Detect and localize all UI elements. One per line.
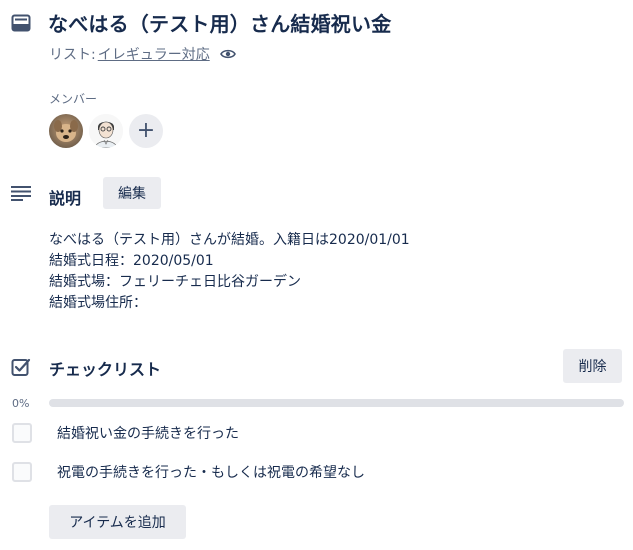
members-label: メンバー: [49, 92, 98, 106]
list-link[interactable]: イレギュラー対応: [98, 44, 210, 64]
description-title: 説明: [49, 189, 82, 208]
add-member-button[interactable]: +: [129, 114, 163, 148]
description-line: 結婚式場住所：: [49, 295, 147, 311]
list-prefix: リスト:: [49, 47, 96, 63]
eye-icon[interactable]: [219, 48, 236, 60]
checklist-item-text[interactable]: 祝電の手続きを行った・もしくは祝電の希望なし: [57, 462, 365, 482]
checklist-item-checkbox[interactable]: [12, 423, 32, 443]
plus-icon: +: [136, 118, 156, 143]
description-icon: [11, 185, 31, 201]
delete-checklist-button[interactable]: 削除: [563, 349, 622, 383]
checklist-item-text[interactable]: 結婚祝い金の手続きを行った: [57, 423, 239, 443]
description-line: なべはる（テスト用）さんが結婚。入籍日は2020/01/01: [49, 232, 410, 248]
checklist-icon: [11, 357, 31, 377]
avatar[interactable]: [89, 114, 123, 148]
checklist-item-checkbox[interactable]: [12, 462, 32, 482]
progress-percentage: 0%: [12, 397, 30, 410]
edit-description-button[interactable]: 編集: [103, 177, 161, 209]
add-item-button[interactable]: アイテムを追加: [49, 505, 186, 539]
card-title[interactable]: なべはる（テスト用）さん結婚祝い金: [48, 8, 391, 37]
checklist-progress-bar: [49, 399, 624, 407]
checklist-title: チェックリスト: [49, 360, 162, 379]
card-list-info: リスト: イレギュラー対応: [49, 44, 236, 64]
description-line: 結婚式場：フェリーチェ日比谷ガーデン: [49, 274, 301, 290]
description-line: 結婚式日程：2020/05/01: [49, 253, 214, 269]
avatar[interactable]: [49, 114, 83, 148]
card-icon: [11, 14, 31, 32]
